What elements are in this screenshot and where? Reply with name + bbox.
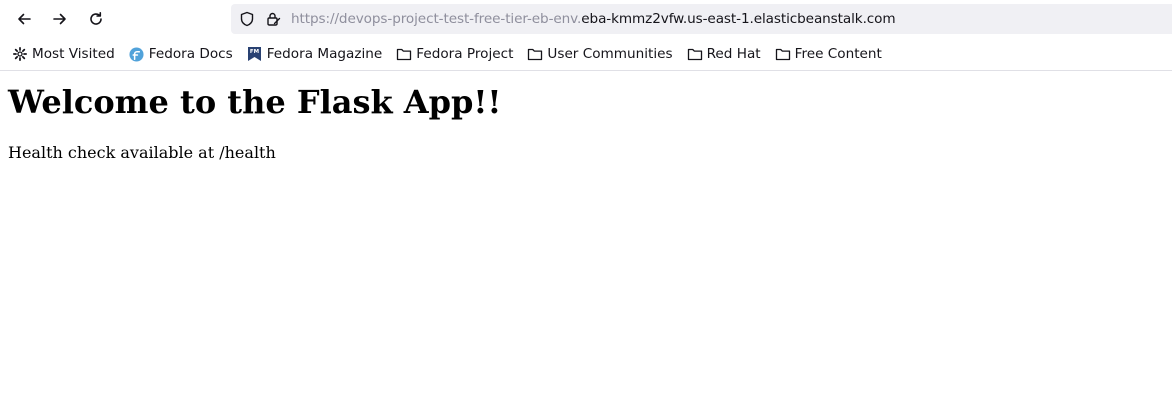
bookmark-folder-user-communities[interactable]: User Communities [527,46,673,62]
url-scheme-subdomain: https://devops-project-test-free-tier-eb… [291,11,582,27]
bookmark-label: Red Hat [706,46,761,62]
forward-button[interactable] [46,5,74,33]
svg-text:FM: FM [250,49,259,55]
url-text[interactable]: https://devops-project-test-free-tier-eb… [291,11,896,27]
folder-icon [527,46,543,62]
page-heading: Welcome to the Flask App!! [8,83,502,121]
browser-chrome: https://devops-project-test-free-tier-eb… [0,0,1172,71]
arrow-right-icon [52,11,68,27]
arrow-left-icon [16,11,32,27]
bookmark-folder-free-content[interactable]: Free Content [775,46,882,62]
bookmark-most-visited[interactable]: Most Visited [12,46,115,62]
navigation-toolbar: https://devops-project-test-free-tier-eb… [0,0,1172,38]
bookmark-fedora-magazine[interactable]: FM Fedora Magazine [247,46,383,62]
bookmarks-toolbar: Most Visited Fedora Docs FM Fedora Magaz… [0,38,1172,71]
bookmark-label: Free Content [794,46,882,62]
reload-icon [88,11,104,27]
fedora-magazine-icon: FM [247,46,263,62]
bookmark-label: Fedora Docs [148,46,233,62]
lock-icon[interactable] [265,11,281,27]
gear-icon [12,46,28,62]
bookmark-label: Fedora Magazine [266,46,383,62]
folder-icon [687,46,703,62]
bookmark-fedora-docs[interactable]: Fedora Docs [129,46,233,62]
reload-button[interactable] [82,5,110,33]
folder-icon [775,46,791,62]
url-bar[interactable]: https://devops-project-test-free-tier-eb… [231,4,1172,34]
page-body-text: Health check available at /health [8,143,276,162]
bookmark-folder-fedora-project[interactable]: Fedora Project [396,46,513,62]
url-host: eba-kmmz2vfw.us-east-1.elasticbeanstalk.… [581,11,896,27]
bookmark-label: User Communities [547,46,673,62]
back-button[interactable] [10,5,38,33]
bookmark-label: Most Visited [32,46,115,62]
bookmark-folder-red-hat[interactable]: Red Hat [687,46,761,62]
fedora-logo-icon [129,46,145,62]
folder-icon [396,46,412,62]
page-content: Welcome to the Flask App!! Health check … [0,83,1172,163]
shield-icon[interactable] [239,11,255,27]
bookmark-label: Fedora Project [416,46,514,62]
